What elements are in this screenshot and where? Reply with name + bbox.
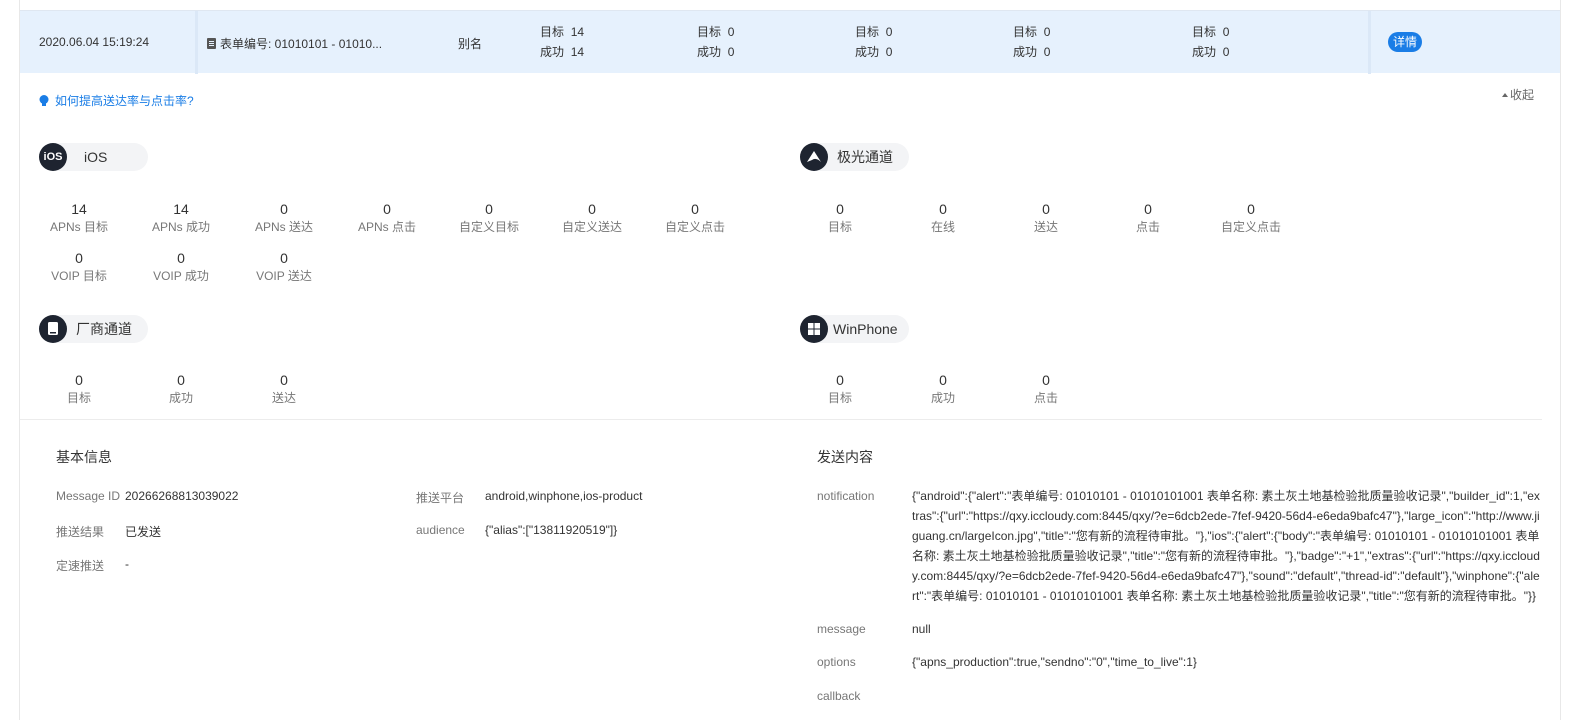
stat-voip-target: 0 VOIP 目标: [51, 250, 107, 283]
improve-rate-link[interactable]: 如何提高送达率与点击率?: [39, 92, 194, 109]
lightbulb-icon: [39, 95, 49, 106]
platform-label: 推送平台: [416, 491, 465, 505]
form-number: 表单编号: 01010101 - 01010...: [207, 35, 382, 52]
options-value: {"apns_production":true,"sendno":"0","ti…: [912, 655, 1197, 669]
document-icon: [207, 38, 216, 49]
stat-wp-click: 0 点击: [1033, 372, 1058, 405]
notification-value: {"android":{"alert":"表单编号: 01010101 - 01…: [912, 489, 1540, 603]
message-value: null: [912, 622, 931, 636]
stat-custom-target: 0 自定义目标: [458, 201, 519, 234]
caret-up-icon: [1501, 93, 1508, 97]
section-divider: [20, 419, 1542, 420]
summary-stat: 目标 0 成功 0: [1013, 25, 1051, 59]
stat-voip-delivered: 0 VOIP 送达: [256, 250, 312, 283]
speed-push-label: 定速推送: [56, 559, 105, 573]
message-id-value: 20266268813039022: [125, 489, 239, 503]
channel-chip-ios: iOS iOS: [39, 143, 148, 171]
channel-chip-winphone: WinPhone: [800, 315, 909, 343]
summary-separator: [195, 11, 198, 74]
stat-jg-online: 0 在线: [930, 201, 955, 234]
push-result-value: 已发送: [125, 525, 162, 539]
summary-stat: 目标 0 成功 0: [1192, 25, 1230, 59]
send-content-title: 发送内容: [817, 449, 873, 465]
channel-label: WinPhone: [833, 321, 898, 337]
stat-apns-target: 14 APNs 目标: [49, 201, 108, 234]
stat-apns-click: 0 APNs 点击: [357, 201, 416, 234]
channel-label: 厂商通道: [76, 321, 132, 337]
stat-wp-target: 0 目标: [827, 372, 852, 405]
alias-label: 别名: [458, 37, 483, 51]
ios-icon: iOS: [39, 143, 67, 171]
audience-value: {"alias":["13811920519"]}: [485, 523, 618, 537]
channel-label: 极光通道: [837, 149, 893, 165]
callback-label: callback: [817, 689, 861, 703]
options-label: options: [817, 655, 856, 669]
phone-icon: [39, 315, 67, 343]
stat-wp-success: 0 成功: [930, 372, 955, 405]
stat-vendor-success: 0 成功: [168, 372, 193, 405]
speed-push-value: -: [125, 557, 129, 571]
notification-label: notification: [817, 489, 875, 503]
stat-jg-target: 0 目标: [827, 201, 852, 234]
stat-custom-click: 0 自定义点击: [664, 201, 725, 234]
platform-value: android,winphone,ios-product: [485, 489, 643, 503]
channel-chip-jiguang: 极光通道: [800, 143, 909, 171]
detail-button[interactable]: 详情: [1388, 32, 1423, 52]
basic-info-title: 基本信息: [56, 449, 112, 465]
message-label: message: [817, 622, 866, 636]
jiguang-logo-icon: [800, 143, 828, 171]
windows-icon: [800, 315, 828, 343]
improve-rate-text: 如何提高送达率与点击率?: [55, 94, 194, 108]
stat-apns-delivered: 0 APNs 送达: [254, 201, 313, 234]
stat-vendor-delivered: 0 送达: [271, 372, 296, 405]
stat-voip-success: 0 VOIP 成功: [153, 250, 209, 283]
channel-label: iOS: [84, 149, 108, 165]
collapse-button[interactable]: 收起: [1501, 86, 1534, 103]
stat-apns-success: 14 APNs 成功: [151, 201, 210, 234]
summary-stat: 目标 0 成功 0: [855, 25, 893, 59]
push-result-label: 推送结果: [56, 525, 105, 539]
push-datetime: 2020.06.04 15:19:24: [39, 35, 150, 49]
stat-custom-delivered: 0 自定义送达: [561, 201, 622, 234]
summary-stat: 目标 14 成功 14: [540, 25, 585, 59]
audience-label: audience: [416, 523, 465, 537]
summary-stat: 目标 0 成功 0: [697, 25, 735, 59]
form-number-text: 表单编号: 01010101 - 01010...: [220, 37, 383, 51]
page-frame: [19, 0, 1561, 720]
channel-chip-vendor: 厂商通道: [39, 315, 148, 343]
stat-jg-custom-click: 0 自定义点击: [1220, 201, 1281, 234]
message-id-label: Message ID: [56, 489, 121, 503]
summary-separator: [1368, 11, 1371, 74]
stat-jg-delivered: 0 送达: [1033, 201, 1058, 234]
stat-vendor-target: 0 目标: [66, 372, 91, 405]
stat-jg-click: 0 点击: [1135, 201, 1160, 234]
summary-row[interactable]: 2020.06.04 15:19:24 表单编号: 01010101 - 010…: [20, 10, 1560, 74]
